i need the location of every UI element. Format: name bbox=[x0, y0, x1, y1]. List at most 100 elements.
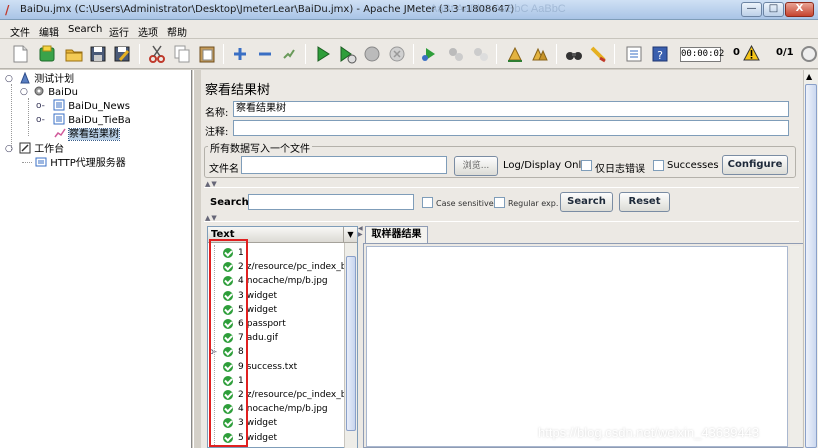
result-item[interactable]: 4 nocache/mp/b.jpg bbox=[208, 402, 343, 416]
result-item[interactable]: 7 adu.gif bbox=[208, 331, 343, 345]
copy-icon[interactable] bbox=[172, 44, 192, 64]
save-as-icon[interactable] bbox=[112, 44, 132, 64]
expand-icon[interactable] bbox=[230, 44, 250, 64]
result-item[interactable]: 3 widget bbox=[208, 289, 343, 303]
divider bbox=[204, 187, 799, 188]
workbench-icon bbox=[19, 142, 31, 154]
scrollbar-thumb[interactable] bbox=[805, 84, 817, 448]
renderer-select[interactable]: Text ▼ bbox=[208, 227, 357, 243]
result-index: 5 bbox=[238, 432, 244, 443]
menu-run[interactable]: 运行 bbox=[109, 24, 129, 39]
warning-icon[interactable] bbox=[743, 44, 760, 61]
svg-text:?: ? bbox=[657, 49, 663, 62]
tab-sampler-result[interactable]: 取样器结果 bbox=[365, 226, 428, 243]
split-arrows-icon[interactable]: ◀ ▶ bbox=[358, 226, 363, 238]
regex-checkbox[interactable] bbox=[494, 197, 505, 208]
menu-edit[interactable]: 编辑 bbox=[39, 24, 59, 39]
stop-icon[interactable] bbox=[362, 44, 382, 64]
tree-label: BaiDu bbox=[48, 87, 78, 98]
result-item[interactable]: 1 bbox=[208, 246, 343, 260]
clear-icon[interactable] bbox=[505, 44, 525, 64]
result-item[interactable]: 5 widget bbox=[208, 431, 343, 445]
sampler-result-scrollbar[interactable] bbox=[790, 246, 802, 447]
start-icon[interactable] bbox=[313, 44, 333, 64]
new-icon[interactable] bbox=[10, 44, 30, 64]
scrollbar-thumb[interactable] bbox=[346, 256, 356, 431]
templates-icon[interactable] bbox=[37, 44, 57, 64]
collapse-icon[interactable] bbox=[255, 44, 275, 64]
result-path: nocache/mp/b.jpg bbox=[246, 276, 328, 287]
test-plan-icon bbox=[19, 71, 31, 84]
tree-node-thread-group[interactable]: ○ BaiDu bbox=[20, 85, 78, 99]
scroll-up-icon[interactable]: ▲ bbox=[806, 72, 812, 81]
panel-splitter[interactable] bbox=[193, 70, 201, 448]
expand-toggle-icon[interactable]: o- bbox=[209, 345, 217, 359]
browse-button[interactable]: 浏览... bbox=[454, 156, 498, 176]
result-item[interactable]: 9 success.txt bbox=[208, 360, 343, 374]
filename-field[interactable] bbox=[241, 156, 447, 174]
reset-search-icon[interactable] bbox=[588, 44, 608, 64]
results-scrollbar[interactable] bbox=[344, 243, 357, 448]
shutdown-icon[interactable] bbox=[387, 44, 407, 64]
cut-icon[interactable] bbox=[147, 44, 167, 64]
remote-start-icon[interactable] bbox=[420, 44, 440, 64]
function-helper-icon[interactable] bbox=[624, 44, 644, 64]
collapse-toggle-icon[interactable]: ○ bbox=[5, 143, 13, 155]
collapse-toggle-icon[interactable]: ○ bbox=[5, 73, 13, 85]
tree-node-workbench[interactable]: ○ 工作台 bbox=[5, 142, 64, 156]
tree-node-http-proxy[interactable]: HTTP代理服务器 bbox=[22, 156, 126, 170]
menu-file[interactable]: 文件 bbox=[10, 24, 30, 39]
remote-stop-icon[interactable] bbox=[445, 44, 465, 64]
reset-button[interactable]: Reset bbox=[619, 192, 670, 212]
result-item[interactable]: 5 widget bbox=[208, 303, 343, 317]
toggle-icon[interactable] bbox=[279, 44, 299, 64]
remote-shutdown-icon[interactable] bbox=[470, 44, 490, 64]
menu-bar: 文件 编辑 Search 运行 选项 帮助 bbox=[0, 20, 818, 39]
result-item[interactable]: o- 8 bbox=[208, 345, 343, 359]
case-sensitive-checkbox[interactable] bbox=[422, 197, 433, 208]
dropdown-arrow-icon[interactable]: ▼ bbox=[343, 227, 357, 242]
test-plan-tree: ○ 测试计划 ○ BaiDu o- BaiDu_News o- BaiDu_Ti… bbox=[0, 70, 192, 448]
menu-help[interactable]: 帮助 bbox=[167, 24, 187, 39]
help-icon[interactable]: ? bbox=[650, 44, 670, 64]
result-label: 8 bbox=[238, 345, 247, 359]
menu-options[interactable]: 选项 bbox=[138, 24, 158, 39]
tree-node-test-plan[interactable]: ○ 测试计划 bbox=[5, 71, 74, 86]
tree-node-sampler-tieba[interactable]: o- BaiDu_TieBa bbox=[36, 113, 131, 127]
main-scrollbar[interactable]: ▲ bbox=[803, 70, 818, 448]
clear-all-icon[interactable] bbox=[530, 44, 550, 64]
save-icon[interactable] bbox=[88, 44, 108, 64]
successes-checkbox[interactable] bbox=[653, 160, 664, 171]
result-item[interactable]: 4 nocache/mp/b.jpg bbox=[208, 274, 343, 288]
name-field[interactable]: 察看结果树 bbox=[233, 101, 789, 117]
tree-node-sampler-news[interactable]: o- BaiDu_News bbox=[36, 99, 130, 113]
result-index: 4 bbox=[238, 404, 244, 415]
result-label: 2 z/resource/pc_index_ba bbox=[238, 388, 352, 402]
toolbar-separator bbox=[413, 44, 414, 64]
menu-search[interactable]: Search bbox=[68, 24, 102, 35]
start-no-timers-icon[interactable] bbox=[337, 44, 357, 64]
configure-button[interactable]: Configure bbox=[722, 155, 788, 175]
expand-toggle-icon[interactable]: o- bbox=[36, 100, 45, 112]
toolbar-separator bbox=[139, 44, 140, 64]
maximize-button[interactable]: □ bbox=[763, 2, 784, 17]
result-item[interactable]: 6 passport bbox=[208, 317, 343, 331]
search-input[interactable] bbox=[248, 194, 414, 210]
comment-field[interactable] bbox=[233, 120, 789, 136]
collapse-toggle-icon[interactable]: ○ bbox=[20, 86, 28, 98]
open-icon[interactable] bbox=[64, 44, 84, 64]
result-index: 2 bbox=[238, 262, 244, 273]
result-item[interactable]: 1 bbox=[208, 374, 343, 388]
paste-icon[interactable] bbox=[197, 44, 217, 64]
result-item[interactable]: 2 z/resource/pc_index_ba bbox=[208, 260, 352, 274]
expand-toggle-icon[interactable]: o- bbox=[36, 114, 45, 126]
search-button[interactable]: Search bbox=[560, 192, 613, 212]
errors-only-checkbox[interactable] bbox=[581, 160, 592, 171]
search-icon[interactable] bbox=[564, 44, 584, 64]
tree-node-view-results-tree[interactable]: 察看结果树 bbox=[54, 127, 120, 141]
minimize-button[interactable]: — bbox=[741, 2, 762, 17]
thread-count: 0/1 bbox=[776, 47, 794, 58]
result-item[interactable]: 2 z/resource/pc_index_ba bbox=[208, 388, 352, 402]
result-item[interactable]: 3 widget bbox=[208, 416, 343, 430]
close-button[interactable]: X bbox=[785, 2, 814, 17]
